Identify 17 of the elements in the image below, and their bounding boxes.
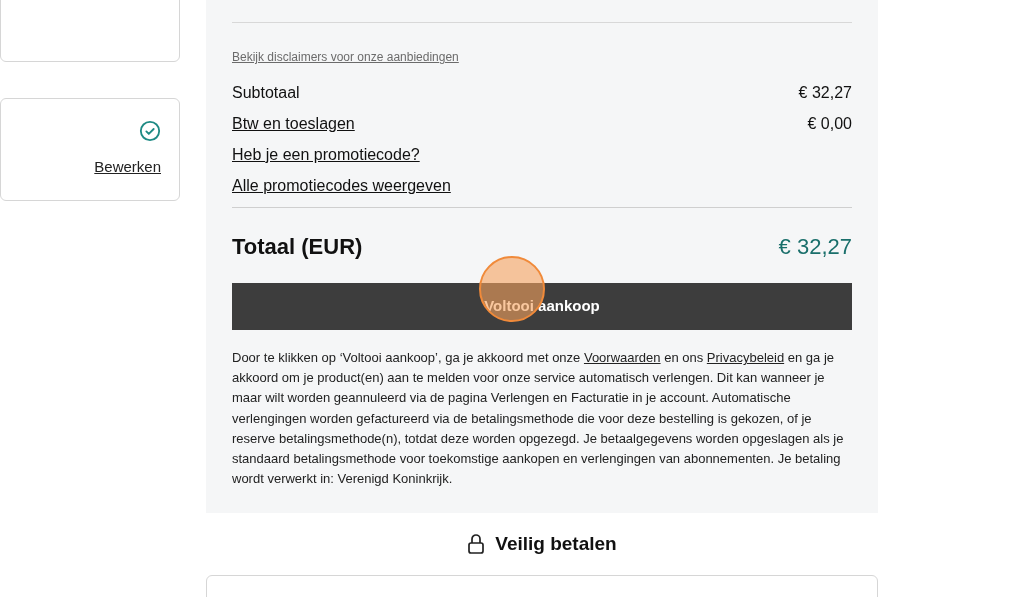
terms-link[interactable]: Voorwaarden bbox=[583, 350, 661, 365]
disclaimer-link[interactable]: Bekijk disclaimers voor onze aanbiedingen bbox=[232, 48, 852, 66]
lock-icon bbox=[467, 533, 486, 555]
total-label: Totaal (EUR) bbox=[232, 233, 363, 261]
summary-link[interactable]: Heb je een promotiecode? bbox=[232, 142, 420, 167]
terms-text: Door te klikken op ‘Voltooi aankoop’, ga je akkoord met onze Voorwaarden en ons Privacybeleid en ga je akkoord om je product(en) aan te melden voor onze service automatisch verlengen. Dit kan wanneer je maar wilt worden geannuleerd via de pagina Verlengen en Facturatie in je account. Automatische verlengingen worden gefactureerd via de betalingsmethode die voor deze bestelling is gekozen, of je reserve betalingsmethode(n), totdat deze worden opgezegd. Je betaalgegevens worden opgeslagen als je standaard betalingsmethode voor toekomstige aankopen en verlengingen van abonnementen. Je betaling wordt verwerkt in: Verenigd Koninkrijk. bbox=[232, 349, 845, 489]
total-value: € 32,27 bbox=[778, 233, 852, 261]
summary-value: € 0,00 bbox=[807, 113, 852, 134]
summary-label: Subtotaal bbox=[232, 82, 300, 103]
secure-payment-heading: Veilig betalen bbox=[495, 531, 617, 556]
check-circle-icon bbox=[139, 120, 161, 143]
complete-purchase-button[interactable]: Voltooi aankoop bbox=[232, 283, 852, 330]
edit-link[interactable]: Bewerken bbox=[94, 156, 161, 179]
summary-value: € 32,27 bbox=[798, 82, 852, 103]
summary-link[interactable]: Alle promotiecodes weergeven bbox=[232, 173, 451, 198]
summary-link[interactable]: Btw en toeslagen bbox=[232, 111, 355, 136]
terms-link[interactable]: Privacybeleid bbox=[706, 350, 785, 365]
